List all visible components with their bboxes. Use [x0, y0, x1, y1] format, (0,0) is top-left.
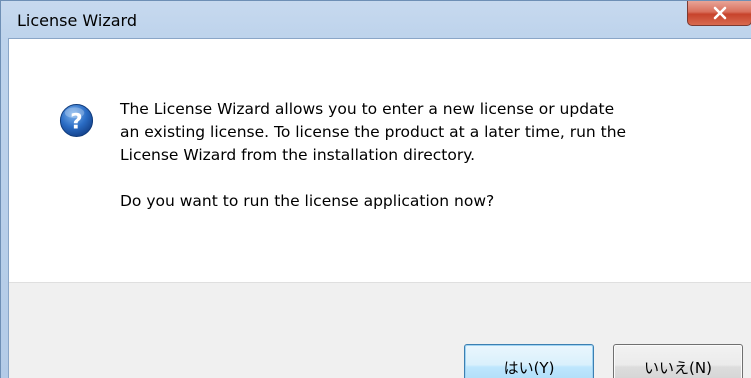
dialog-message: The License Wizard allows you to enter a…	[120, 98, 730, 213]
svg-text:?: ?	[70, 109, 82, 134]
title-bar[interactable]: License Wizard	[1, 1, 751, 39]
no-button-label: いいえ(N)	[644, 358, 712, 377]
yes-button[interactable]: はい(Y)	[464, 344, 594, 378]
message-line: The License Wizard allows you to enter a…	[120, 100, 615, 118]
dialog-window: License Wizard ? The License Wizard allo…	[0, 0, 751, 378]
window-title: License Wizard	[17, 11, 137, 30]
question-icon: ?	[59, 103, 94, 138]
yes-button-label: はい(Y)	[503, 358, 555, 377]
button-bar: はい(Y) いいえ(N)	[9, 282, 751, 378]
question-text: Do you want to run the license applicati…	[120, 192, 495, 210]
close-icon	[713, 6, 727, 20]
message-line: License Wizard from the installation dir…	[120, 146, 476, 164]
dialog-content: ? The License Wizard allows you to enter…	[8, 38, 751, 378]
message-line: an existing license. To license the prod…	[120, 123, 627, 141]
close-button[interactable]	[687, 1, 751, 26]
no-button[interactable]: いいえ(N)	[613, 344, 743, 378]
